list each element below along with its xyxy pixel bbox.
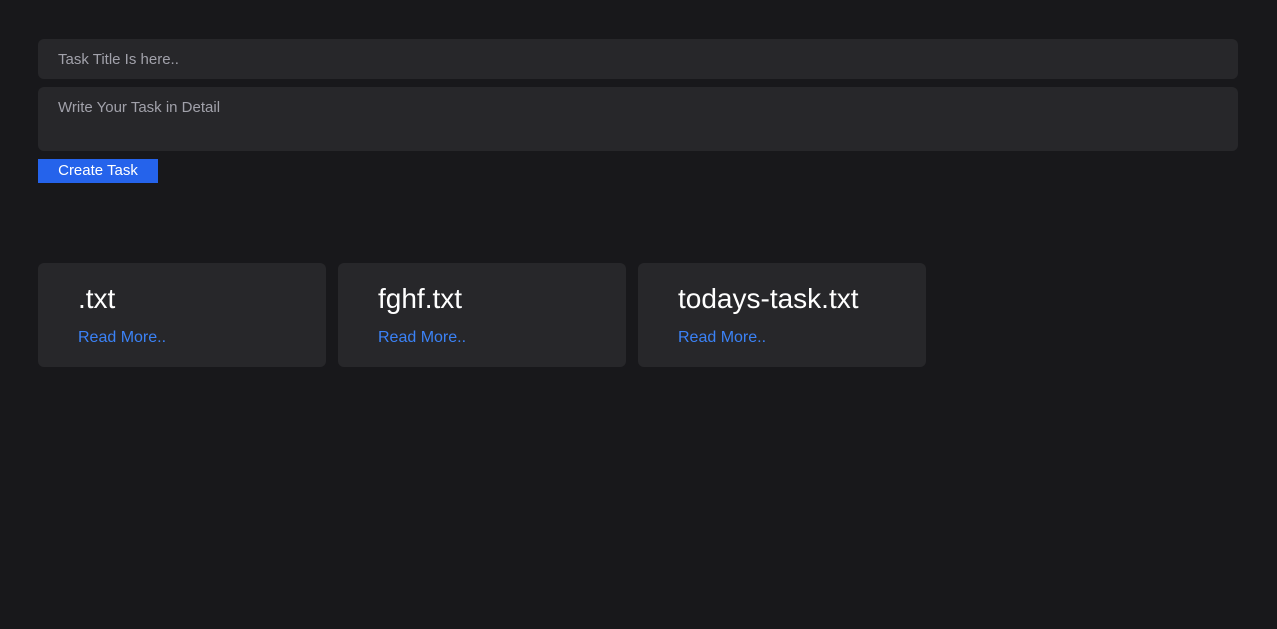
task-card-title: todays-task.txt [678,283,859,314]
task-card-title: fghf.txt [378,283,463,314]
read-more-link[interactable]: Read More.. [78,329,166,347]
task-title-input[interactable] [38,39,1238,79]
read-more-link[interactable]: Read More.. [678,329,766,347]
task-card: .txt Read More.. [38,263,326,367]
read-more-link[interactable]: Read More.. [378,329,466,347]
create-task-button[interactable]: Create Task [38,159,158,183]
task-list: .txt Read More.. fghf.txt Read More.. to… [38,263,1239,367]
task-card: todays-task.txt Read More.. [638,263,926,367]
task-detail-input[interactable] [38,87,1238,151]
page: Create Task .txt Read More.. fghf.txt Re… [0,0,1277,629]
task-form: Create Task [38,39,1238,183]
task-card: fghf.txt Read More.. [338,263,626,367]
task-card-title: .txt [78,283,116,314]
